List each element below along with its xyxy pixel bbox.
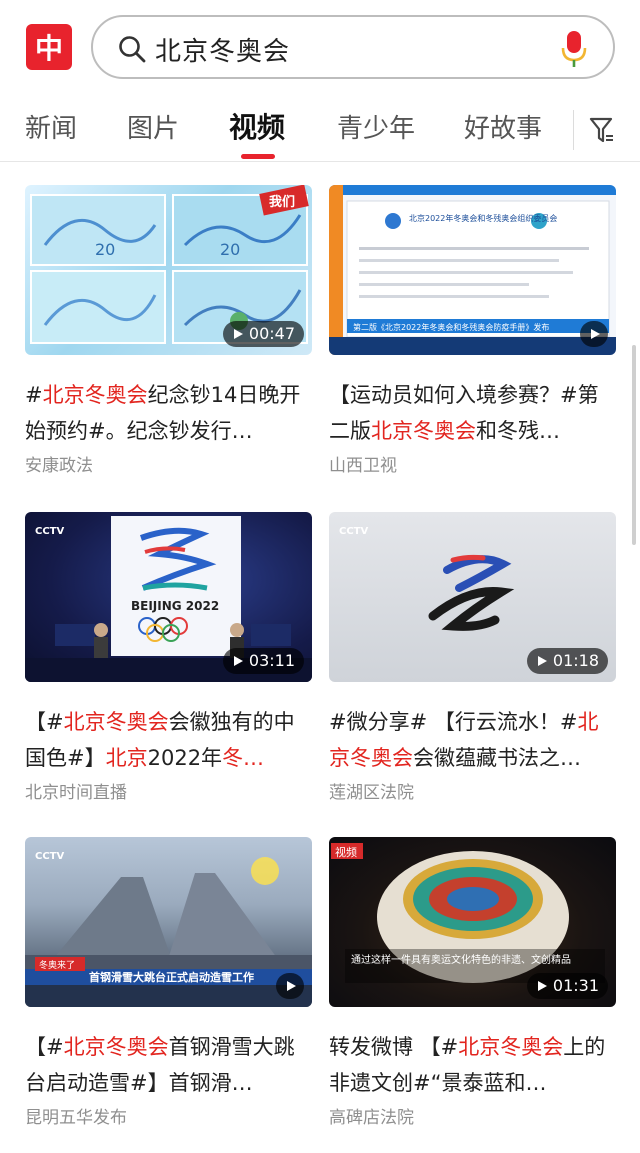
video-thumbnail[interactable]: 我们 20 20 00:47 xyxy=(25,185,312,355)
tab-good-stories[interactable]: 好故事 xyxy=(464,108,542,145)
video-source[interactable]: 北京时间直播 xyxy=(25,778,312,803)
filter-icon[interactable] xyxy=(589,116,615,144)
video-duration: 01:18 xyxy=(526,648,608,674)
document-screenshot-image: 北京2022年冬奥会和冬残奥会组织委员会 第二版《北京2022年冬奥会和冬残奥会… xyxy=(329,185,616,355)
video-card[interactable]: 北京2022年冬奥会和冬残奥会组织委员会 第二版《北京2022年冬奥会和冬残奥会… xyxy=(329,185,616,476)
video-source[interactable]: 安康政法 xyxy=(25,451,312,476)
video-source[interactable]: 高碑店法院 xyxy=(329,1103,616,1128)
tab-divider xyxy=(573,110,574,150)
video-thumbnail[interactable]: 北京2022年冬奥会和冬残奥会组织委员会 第二版《北京2022年冬奥会和冬残奥会… xyxy=(329,185,616,355)
video-card[interactable]: 视频 通过这样一件具有奥运文化特色的非遗、文创精品 01:31 转发微博 【#北… xyxy=(329,837,616,1128)
app-logo[interactable]: 中 xyxy=(26,24,72,70)
keyword-highlight: 北京冬奥会 xyxy=(63,710,169,734)
title-text: 【# xyxy=(25,1035,64,1059)
tab-news[interactable]: 新闻 xyxy=(25,108,77,145)
corner-badge-text: 我们 xyxy=(269,194,295,210)
keyword-highlight: 北京 xyxy=(105,746,148,770)
banknote-number: 20 xyxy=(220,240,240,259)
video-title[interactable]: 【#北京冬奥会首钢滑雪大跳台启动造雪#】首钢滑… xyxy=(25,1029,312,1101)
banknote-number: 20 xyxy=(95,240,115,259)
title-text: 和冬残… xyxy=(476,419,560,443)
mic-icon[interactable] xyxy=(561,29,587,69)
title-text: 2022年 xyxy=(147,746,223,770)
video-card[interactable]: 我们 20 20 00:47 #北京冬奥会纪念钞14日晚开始预约#。纪念钞发行…… xyxy=(25,185,312,476)
keyword-highlight: 北京冬奥会 xyxy=(371,419,476,443)
video-title[interactable]: 【#北京冬奥会会徽独有的中国色#】北京2022年冬… xyxy=(25,704,312,776)
play-icon xyxy=(580,321,608,347)
title-text: 会徽蕴藏书法之… xyxy=(413,746,581,770)
video-thumbnail[interactable]: 视频 通过这样一件具有奥运文化特色的非遗、文创精品 01:31 xyxy=(329,837,616,1007)
video-card[interactable]: BEIJING 2022 CCTV 03:11 【#北京冬奥会会徽独有的中国色#… xyxy=(25,512,312,803)
keyword-highlight: 冬… xyxy=(222,746,265,770)
video-tag: 视频 xyxy=(335,845,357,859)
channel-logo: CCTV xyxy=(35,851,64,862)
ski-jump-image: 冬奥来了 首钢滑雪大跳台正式启动造雪工作 CCTV xyxy=(25,851,312,1007)
title-text: 转发微博 【# xyxy=(329,1035,459,1059)
tab-images[interactable]: 图片 xyxy=(127,108,179,145)
emblem-text: BEIJING 2022 xyxy=(131,599,219,613)
subtitle-caption: 通过这样一件具有奥运文化特色的非遗、文创精品 xyxy=(351,953,571,966)
title-text: 【# xyxy=(25,710,64,734)
title-text: #微分享# 【行云流水！# xyxy=(329,710,578,734)
keyword-highlight: 北京冬奥会 xyxy=(42,383,148,407)
search-query-text: 北京冬奥会 xyxy=(155,37,291,67)
video-duration: 01:31 xyxy=(526,973,608,999)
keyword-highlight: 北京冬奥会 xyxy=(458,1035,564,1059)
video-thumbnail[interactable]: BEIJING 2022 CCTV 03:11 xyxy=(25,512,312,682)
active-tab-indicator xyxy=(241,154,275,159)
video-card[interactable]: CCTV 01:18 #微分享# 【行云流水！#北京冬奥会会徽蕴藏书法之… 莲湖… xyxy=(329,512,616,803)
video-source[interactable]: 山西卫视 xyxy=(329,451,616,476)
news-ticker: 第二版《北京2022年冬奥会和冬残奥会防疫手册》发布 xyxy=(353,322,549,332)
video-source[interactable]: 莲湖区法院 xyxy=(329,778,616,803)
category-tabs: 新闻 图片 视频 青少年 好故事 xyxy=(0,100,640,162)
video-title[interactable]: 转发微博 【#北京冬奥会上的非遗文创#“景泰蓝和… xyxy=(329,1029,616,1101)
search-icon xyxy=(119,36,146,63)
channel-logo: CCTV xyxy=(339,526,368,537)
video-thumbnail[interactable]: 冬奥来了 首钢滑雪大跳台正式启动造雪工作 CCTV xyxy=(25,837,312,1007)
video-title[interactable]: #微分享# 【行云流水！#北京冬奥会会徽蕴藏书法之… xyxy=(329,704,616,776)
search-input[interactable]: 北京冬奥会 xyxy=(91,15,615,79)
video-duration: 03:11 xyxy=(222,648,304,674)
tab-youth[interactable]: 青少年 xyxy=(337,108,415,145)
video-thumbnail[interactable]: CCTV 01:18 xyxy=(329,512,616,682)
video-duration: 00:47 xyxy=(222,321,304,347)
play-icon xyxy=(276,973,304,999)
channel-logo: CCTV xyxy=(35,526,64,537)
keyword-highlight: 北京冬奥会 xyxy=(63,1035,169,1059)
document-title: 北京2022年冬奥会和冬残奥会组织委员会 xyxy=(409,213,557,223)
title-text: # xyxy=(25,383,43,407)
news-ticker: 首钢滑雪大跳台正式启动造雪工作 xyxy=(89,970,254,984)
video-title[interactable]: #北京冬奥会纪念钞14日晚开始预约#。纪念钞发行… xyxy=(25,377,312,449)
scrollbar[interactable] xyxy=(632,345,636,545)
tab-videos[interactable]: 视频 xyxy=(229,106,285,146)
program-tag: 冬奥来了 xyxy=(39,959,75,971)
video-card[interactable]: 冬奥来了 首钢滑雪大跳台正式启动造雪工作 CCTV 【#北京冬奥会首钢滑雪大跳台… xyxy=(25,837,312,1128)
video-title[interactable]: 【运动员如何入境参赛？#第二版北京冬奥会和冬残… xyxy=(329,377,616,449)
top-bar: 中 北京冬奥会 xyxy=(0,0,640,92)
video-source[interactable]: 昆明五华发布 xyxy=(25,1103,312,1128)
